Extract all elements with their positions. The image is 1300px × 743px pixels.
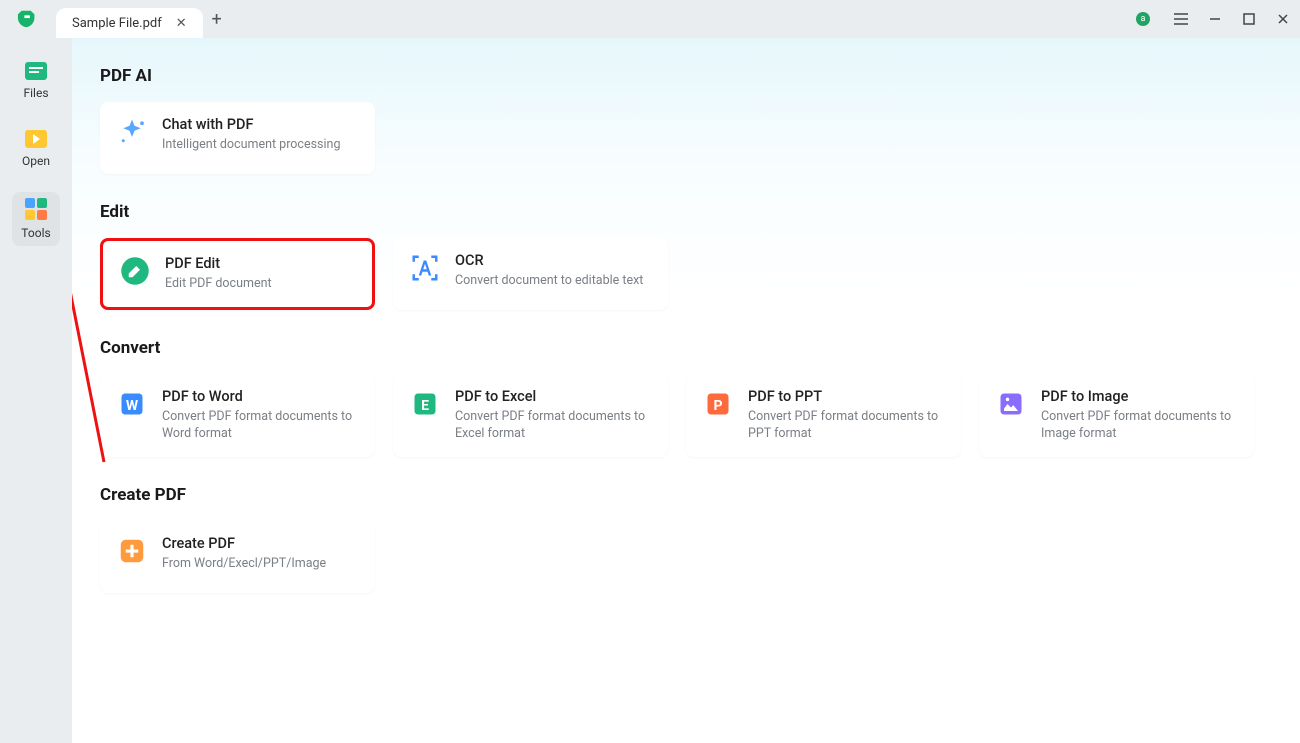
minimize-icon[interactable]: [1198, 0, 1232, 38]
card-desc: From Word/Execl/PPT/Image: [162, 556, 326, 573]
card-desc: Intelligent document processing: [162, 137, 340, 154]
maximize-icon[interactable]: [1232, 0, 1266, 38]
close-tab-icon[interactable]: ✕: [176, 16, 187, 31]
card-pdf-edit[interactable]: PDF Edit Edit PDF document: [100, 238, 375, 310]
section-pdf-ai: PDF AI Chat with PDF Intelligent documen…: [100, 66, 1276, 174]
card-pdf-to-image[interactable]: PDF to Image Convert PDF format document…: [979, 374, 1254, 457]
section-title: Convert: [100, 338, 1276, 358]
main-panel: PDF AI Chat with PDF Intelligent documen…: [72, 38, 1300, 743]
close-window-icon[interactable]: [1266, 0, 1300, 38]
image-icon: [995, 388, 1027, 420]
word-icon: W: [116, 388, 148, 420]
card-title: PDF to Excel: [455, 388, 652, 405]
sidebar-item-files[interactable]: Files: [12, 56, 60, 106]
card-desc: Convert document to editable text: [455, 273, 643, 290]
app-logo: [0, 0, 56, 38]
section-title: PDF AI: [100, 66, 1276, 86]
card-desc: Convert PDF format documents to Excel fo…: [455, 409, 652, 443]
card-title: Create PDF: [162, 535, 326, 552]
card-chat-with-pdf[interactable]: Chat with PDF Intelligent document proce…: [100, 102, 375, 174]
sidebar-item-tools[interactable]: Tools: [12, 192, 60, 246]
svg-text:E: E: [421, 398, 429, 414]
sidebar-item-label: Tools: [21, 226, 50, 240]
svg-text:P: P: [713, 398, 722, 414]
section-edit: Edit PDF Edit Edit PDF document: [100, 202, 1276, 310]
workspace: Files Open Tools PDF AI: [0, 38, 1300, 743]
section-title: Create PDF: [100, 485, 1276, 505]
card-desc: Convert PDF format documents to Word for…: [162, 409, 359, 443]
sidebar-item-label: Open: [22, 154, 50, 168]
card-desc: Convert PDF format documents to Image fo…: [1041, 409, 1238, 443]
card-title: PDF to PPT: [748, 388, 945, 405]
section-create-pdf: Create PDF Create PDF From Word/Execl/PP…: [100, 485, 1276, 593]
new-tab-button[interactable]: +: [203, 9, 231, 30]
sidebar-item-label: Files: [23, 86, 48, 100]
card-title: PDF to Word: [162, 388, 359, 405]
card-pdf-to-excel[interactable]: E PDF to Excel Convert PDF format docume…: [393, 374, 668, 457]
card-title: OCR: [455, 252, 643, 269]
create-pdf-icon: [116, 535, 148, 567]
card-title: PDF to Image: [1041, 388, 1238, 405]
card-create-pdf[interactable]: Create PDF From Word/Execl/PPT/Image: [100, 521, 375, 593]
ocr-icon: [409, 252, 441, 284]
card-title: Chat with PDF: [162, 116, 340, 133]
card-desc: Convert PDF format documents to PPT form…: [748, 409, 945, 443]
card-title: PDF Edit: [165, 255, 272, 272]
sidebar-item-open[interactable]: Open: [12, 124, 60, 174]
card-desc: Edit PDF document: [165, 276, 272, 293]
card-pdf-to-ppt[interactable]: P PDF to PPT Convert PDF format document…: [686, 374, 961, 457]
card-ocr[interactable]: OCR Convert document to editable text: [393, 238, 668, 310]
sparkle-icon: [116, 116, 148, 148]
document-tab[interactable]: Sample File.pdf ✕: [56, 8, 203, 38]
open-icon: [25, 130, 47, 148]
user-avatar[interactable]: a: [1130, 0, 1164, 38]
section-convert: Convert W PDF to Word Convert PDF format…: [100, 338, 1276, 457]
tab-label: Sample File.pdf: [72, 16, 162, 31]
section-title: Edit: [100, 202, 1276, 222]
pdf-edit-icon: [119, 255, 151, 287]
titlebar: Sample File.pdf ✕ + a: [0, 0, 1300, 38]
menu-icon[interactable]: [1164, 0, 1198, 38]
sidebar: Files Open Tools: [0, 38, 72, 743]
svg-text:W: W: [126, 398, 139, 414]
tools-icon: [25, 198, 47, 220]
excel-icon: E: [409, 388, 441, 420]
card-pdf-to-word[interactable]: W PDF to Word Convert PDF format documen…: [100, 374, 375, 457]
files-icon: [25, 62, 47, 80]
ppt-icon: P: [702, 388, 734, 420]
